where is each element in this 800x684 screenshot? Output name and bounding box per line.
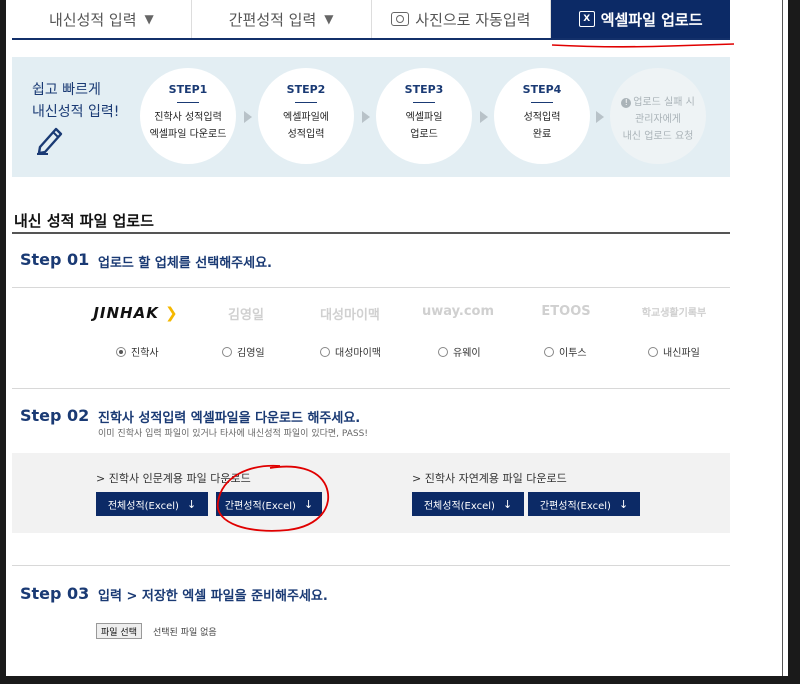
step-text: 성적입력 [523, 112, 561, 123]
radio-kimyoungil[interactable]: 김영일 [222, 344, 265, 359]
download-icon: ↓ [502, 497, 513, 511]
window-frame-right [788, 0, 800, 684]
step-text: 엑셀파일 다운로드 [149, 129, 227, 140]
banner-title-line: 쉽고 빠르게 [32, 82, 101, 98]
download-icon: ↓ [618, 497, 629, 511]
tab-label: 사진으로 자동입력 [415, 10, 531, 29]
divider [12, 565, 730, 566]
step01-description: 업로드 할 업체를 선택해주세요. [98, 256, 272, 271]
radio-label: 진학사 [131, 348, 159, 359]
radio-school-file[interactable]: 내신파일 [648, 344, 700, 359]
arrow-right-icon [244, 111, 252, 123]
radio-daesung[interactable]: 대성마이맥 [320, 344, 381, 359]
step-text: 업로드 [410, 129, 438, 140]
radio-button[interactable] [320, 346, 330, 357]
caret-down-icon: ▼ [144, 12, 154, 26]
step-circle-2: STEP2 엑셀파일에 성적입력 [258, 68, 354, 164]
radio-label: 이투스 [559, 348, 587, 359]
jinhak-logo: JINHAK ❯ [93, 304, 179, 322]
banner-title-line: 내신성적 입력! [32, 104, 120, 120]
arrow-right-icon [480, 111, 488, 123]
step-number: STEP3 [404, 83, 444, 96]
arrow-right-icon [596, 111, 604, 123]
window-divider [782, 0, 783, 684]
button-label: 전체성적(Excel) [107, 500, 179, 512]
step-text: 엑셀파일 [405, 112, 443, 123]
radio-label: 유웨이 [453, 348, 481, 359]
step-number: STEP2 [286, 83, 326, 96]
step-text: 엑셀파일에 [283, 112, 329, 123]
step-number: STEP4 [522, 83, 562, 96]
step-number: STEP1 [168, 83, 208, 96]
step02-subtext: 이미 진학사 입력 파일이 있거나 타사에 내신성적 파일이 있다면, PASS… [98, 429, 368, 439]
button-label: 간편성적(Excel) [539, 500, 611, 512]
humanities-full-excel-button[interactable]: 전체성적(Excel) ↓ [96, 492, 208, 516]
step-circle-1: STEP1 진학사 성적입력 엑셀파일 다운로드 [140, 68, 236, 164]
step-text: 성적입력 [287, 129, 325, 140]
fail-text: 내신 업로드 요청 [622, 131, 694, 142]
download-icon: ↓ [186, 497, 197, 511]
radio-jinhak[interactable]: 진학사 [116, 344, 159, 359]
divider [12, 287, 730, 288]
tab-photo-input[interactable]: 사진으로 자동입력 [371, 0, 552, 38]
step-circle-3: STEP3 엑셀파일 업로드 [376, 68, 472, 164]
radio-button[interactable] [116, 346, 126, 357]
upload-fail-circle: ! 업로드 실패 시 관리자에게 내신 업로드 요청 [610, 68, 706, 164]
step-text: 진학사 성적입력 [154, 112, 222, 123]
choose-file-button[interactable]: 파일 선택 [96, 623, 142, 639]
logo-text: JINHAK [93, 304, 159, 322]
tab-label: 간편성적 입력 [228, 10, 317, 29]
school-record-logo: 학교생활기록부 [641, 308, 707, 319]
process-banner: 쉽고 빠르게 내신성적 입력! STEP1 진학사 성적입력 엑셀파일 다운로드… [12, 57, 730, 177]
science-download-title: > 진학사 자연계용 파일 다운로드 [412, 472, 567, 485]
tab-excel-upload[interactable]: X 엑셀파일 업로드 [551, 0, 730, 38]
pencil-icon [37, 127, 63, 155]
tab-label: 내신성적 입력 [48, 10, 137, 29]
radio-label: 김영일 [237, 348, 265, 359]
radio-button[interactable] [222, 346, 232, 357]
tab-label: 엑셀파일 업로드 [600, 10, 703, 29]
input-method-tabs: 내신성적 입력 ▼ 간편성적 입력 ▼ 사진으로 자동입력 X 엑셀파일 업로드 [12, 0, 730, 40]
divider [12, 388, 730, 389]
tab-simple-grades[interactable]: 간편성적 입력 ▼ [191, 0, 372, 38]
kimyoungil-logo: 김영일 [228, 308, 264, 323]
step03-label: Step 03 [20, 584, 90, 603]
radio-etoos[interactable]: 이투스 [544, 344, 587, 359]
radio-button[interactable] [648, 346, 658, 357]
info-icon: ! [621, 98, 632, 108]
science-full-excel-button[interactable]: 전체성적(Excel) ↓ [412, 492, 524, 516]
fail-text: 관리자에게 [635, 114, 681, 125]
red-annotation-circle [217, 464, 330, 532]
step02-description: 진학사 성적입력 엑셀파일을 다운로드 해주세요. [98, 411, 361, 426]
red-annotation-underline [551, 43, 735, 48]
camera-icon [391, 12, 410, 26]
banner-title: 쉽고 빠르게 내신성적 입력! [32, 79, 119, 123]
step-circle-4: STEP4 성적입력 완료 [494, 68, 590, 164]
uway-logo: uway.com [421, 304, 495, 319]
step03-description: 입력 > 저장한 엑셀 파일을 준비해주세요. [98, 589, 328, 604]
science-simple-excel-button[interactable]: 간편성적(Excel) ↓ [528, 492, 640, 516]
fail-text-line: 업로드 실패 시 [633, 97, 695, 108]
excel-icon: X [578, 11, 595, 27]
radio-label: 대성마이맥 [335, 348, 381, 359]
file-status-text: 선택된 파일 없음 [153, 628, 217, 638]
window-frame-bottom [0, 676, 800, 684]
etoos-logo: ETOOS [541, 304, 591, 319]
daesung-logo: 대성마이맥 [320, 308, 380, 323]
caret-down-icon: ▼ [324, 12, 334, 26]
window-frame-left [0, 0, 6, 684]
radio-button[interactable] [544, 346, 554, 357]
radio-button[interactable] [438, 346, 448, 357]
page-title: 내신 성적 파일 업로드 [14, 212, 154, 230]
radio-label: 내신파일 [663, 348, 700, 359]
arrow-right-icon [362, 111, 370, 123]
step01-label: Step 01 [20, 250, 90, 269]
radio-uway[interactable]: 유웨이 [438, 344, 481, 359]
step02-label: Step 02 [20, 406, 90, 425]
step-text: 완료 [532, 129, 552, 140]
divider [12, 232, 730, 234]
button-label: 전체성적(Excel) [423, 500, 495, 512]
tab-school-grades[interactable]: 내신성적 입력 ▼ [12, 0, 192, 38]
fail-text: ! 업로드 실패 시 [610, 94, 706, 111]
